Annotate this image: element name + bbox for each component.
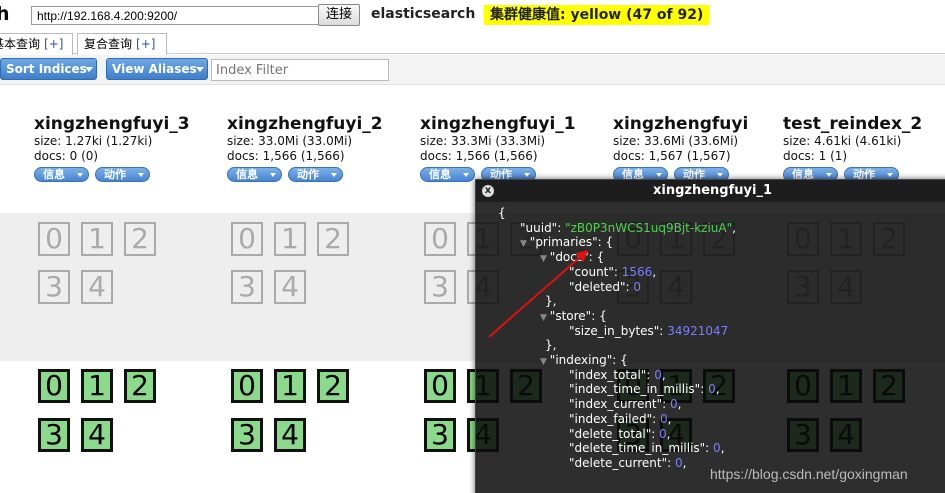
annotation-arrow-overlay [488,250,589,338]
arrow-line [488,250,589,338]
es-head-app: h 连接 elasticsearch 集群健康值: yellow (47 of … [0,0,945,493]
watermark: https://blog.csdn.net/goxingman [710,466,908,482]
